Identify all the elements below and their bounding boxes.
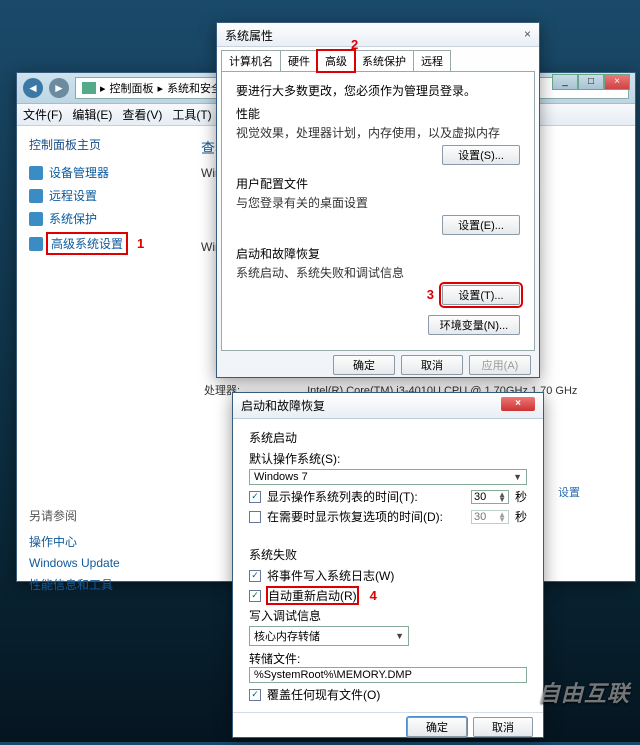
- default-os-select[interactable]: Windows 7 ▼: [249, 469, 527, 485]
- default-os-value: Windows 7: [254, 471, 308, 483]
- perf-settings-button[interactable]: 设置(S)...: [442, 145, 520, 165]
- env-vars-button[interactable]: 环境变量(N)...: [428, 315, 520, 335]
- dump-heading: 写入调试信息: [249, 607, 527, 624]
- show-list-label: 显示操作系统列表的时间(T):: [267, 488, 465, 505]
- annotation-4: 4: [370, 588, 377, 603]
- breadcrumb-sep: ▸: [100, 82, 106, 95]
- sidebar-title[interactable]: 控制面板主页: [29, 136, 175, 153]
- event-log-checkbox[interactable]: ✓: [249, 570, 261, 582]
- annotation-3: 3: [427, 287, 434, 302]
- sp-advanced-pane: 要进行大多数更改，您必须作为管理员登录。 性能 视觉效果，处理器计划，内存使用，…: [221, 71, 535, 351]
- sd-title-text: 启动和故障恢复: [241, 397, 325, 414]
- breadcrumb-sep: ▸: [158, 82, 164, 95]
- watermark: 自由互联: [538, 676, 630, 708]
- sidebar-item-label: 远程设置: [49, 187, 97, 204]
- sd-ok-button[interactable]: 确定: [407, 717, 467, 737]
- monitor-icon: [82, 82, 96, 94]
- seconds-label: 秒: [515, 508, 527, 525]
- startup-settings-button[interactable]: 设置(T)...: [442, 285, 520, 305]
- tab-advanced[interactable]: 高级: [317, 50, 355, 72]
- dump-file-label: 转储文件:: [249, 650, 527, 667]
- bg-maximize-icon[interactable]: □: [578, 74, 604, 90]
- menu-file[interactable]: 文件(F): [23, 106, 62, 123]
- perf-desc: 视觉效果，处理器计划，内存使用，以及虚拟内存: [236, 124, 520, 141]
- menu-edit[interactable]: 编辑(E): [72, 106, 112, 123]
- system-startup-heading: 系统启动: [249, 429, 527, 446]
- breadcrumb-root[interactable]: 控制面板: [110, 80, 154, 96]
- system-failure-heading: 系统失败: [249, 546, 527, 563]
- dump-type-select[interactable]: 核心内存转储 ▼: [249, 626, 409, 646]
- sidebar-item-device-manager[interactable]: 设备管理器: [29, 161, 175, 184]
- show-list-checkbox[interactable]: ✓: [249, 491, 261, 503]
- menu-view[interactable]: 查看(V): [122, 106, 162, 123]
- tab-hardware[interactable]: 硬件: [280, 50, 318, 72]
- profile-settings-button[interactable]: 设置(E)...: [442, 215, 520, 235]
- dump-file-input[interactable]: %SystemRoot%\MEMORY.DMP: [249, 667, 527, 683]
- sp-tabs: 计算机名 硬件 高级 2 系统保护 远程: [217, 49, 539, 71]
- sidebar-item-remote[interactable]: 远程设置: [29, 184, 175, 207]
- bg-settings-link[interactable]: 设置: [558, 484, 580, 500]
- admin-note: 要进行大多数更改，您必须作为管理员登录。: [236, 82, 520, 99]
- show-recover-value: 30: [474, 511, 486, 523]
- bg-minimize-icon[interactable]: _: [552, 74, 578, 90]
- dump-type-value: 核心内存转储: [254, 628, 320, 644]
- menu-tools[interactable]: 工具(T): [172, 106, 211, 123]
- event-log-label: 将事件写入系统日志(W): [267, 567, 394, 584]
- sidebar-item-label: 设备管理器: [49, 164, 109, 181]
- shield-icon: [29, 166, 43, 180]
- overwrite-checkbox[interactable]: ✓: [249, 689, 261, 701]
- startup-desc: 系统启动、系统失败和调试信息: [236, 264, 520, 281]
- system-properties-dialog: 系统属性 × 计算机名 硬件 高级 2 系统保护 远程 要进行大多数更改，您必须…: [216, 22, 540, 378]
- show-recover-label: 在需要时显示恢复选项的时间(D):: [267, 508, 465, 525]
- see-also-action-center[interactable]: 操作中心: [29, 530, 175, 553]
- spinner-icon: ▲▼: [498, 512, 506, 522]
- annotation-1: 1: [137, 236, 144, 251]
- sp-cancel-button[interactable]: 取消: [401, 355, 463, 375]
- sp-title-text: 系统属性: [225, 27, 273, 44]
- see-also-heading: 另请参阅: [29, 507, 175, 524]
- tab-remote[interactable]: 远程: [413, 50, 451, 72]
- sidebar-item-protection[interactable]: 系统保护: [29, 207, 175, 230]
- shield-icon: [29, 189, 43, 203]
- startup-heading: 启动和故障恢复: [236, 245, 520, 262]
- bg-window-controls: _ □ ×: [552, 74, 630, 90]
- sp-ok-button[interactable]: 确定: [333, 355, 395, 375]
- nav-forward-icon[interactable]: ►: [49, 78, 69, 98]
- sd-cancel-button[interactable]: 取消: [473, 717, 533, 737]
- shield-icon: [29, 237, 43, 251]
- sp-apply-button[interactable]: 应用(A): [469, 355, 531, 375]
- startup-recovery-dialog: 启动和故障恢复 × 系统启动 默认操作系统(S): Windows 7 ▼ ✓ 显…: [232, 392, 544, 738]
- bg-close-icon[interactable]: ×: [604, 74, 630, 90]
- tab-computer-name[interactable]: 计算机名: [221, 50, 281, 72]
- see-also-windows-update[interactable]: Windows Update: [29, 553, 175, 573]
- profile-desc: 与您登录有关的桌面设置: [236, 194, 520, 211]
- profile-heading: 用户配置文件: [236, 175, 520, 192]
- sidebar-item-label: 系统保护: [49, 210, 97, 227]
- overwrite-label: 覆盖任何现有文件(O): [267, 686, 380, 703]
- seconds-label: 秒: [515, 488, 527, 505]
- dump-file-value: %SystemRoot%\MEMORY.DMP: [254, 669, 412, 681]
- perf-heading: 性能: [236, 105, 520, 122]
- sidebar-item-label: 高级系统设置: [46, 232, 128, 255]
- chevron-down-icon: ▼: [513, 472, 522, 482]
- shield-icon: [29, 212, 43, 226]
- breadcrumb-sub[interactable]: 系统和安全: [167, 80, 222, 96]
- show-list-spin[interactable]: 30 ▲▼: [471, 490, 509, 504]
- cp-sidebar: 控制面板主页 设备管理器 远程设置 系统保护 高级系统设置 1 另请参阅 操作中心…: [17, 126, 187, 606]
- spinner-icon: ▲▼: [498, 492, 506, 502]
- see-also-perf-info[interactable]: 性能信息和工具: [29, 573, 175, 596]
- show-list-value: 30: [474, 491, 486, 503]
- nav-back-icon[interactable]: ◄: [23, 78, 43, 98]
- default-os-label: 默认操作系统(S):: [249, 450, 527, 467]
- auto-restart-label: 自动重新启动(R): [267, 587, 358, 604]
- auto-restart-checkbox[interactable]: ✓: [249, 590, 261, 602]
- chevron-down-icon: ▼: [395, 631, 404, 641]
- sidebar-item-advanced[interactable]: 高级系统设置 1: [29, 230, 175, 257]
- tab-system-protection[interactable]: 系统保护: [354, 50, 414, 72]
- show-recover-checkbox[interactable]: [249, 511, 261, 523]
- show-recover-spin[interactable]: 30 ▲▼: [471, 510, 509, 524]
- close-icon[interactable]: ×: [501, 397, 535, 411]
